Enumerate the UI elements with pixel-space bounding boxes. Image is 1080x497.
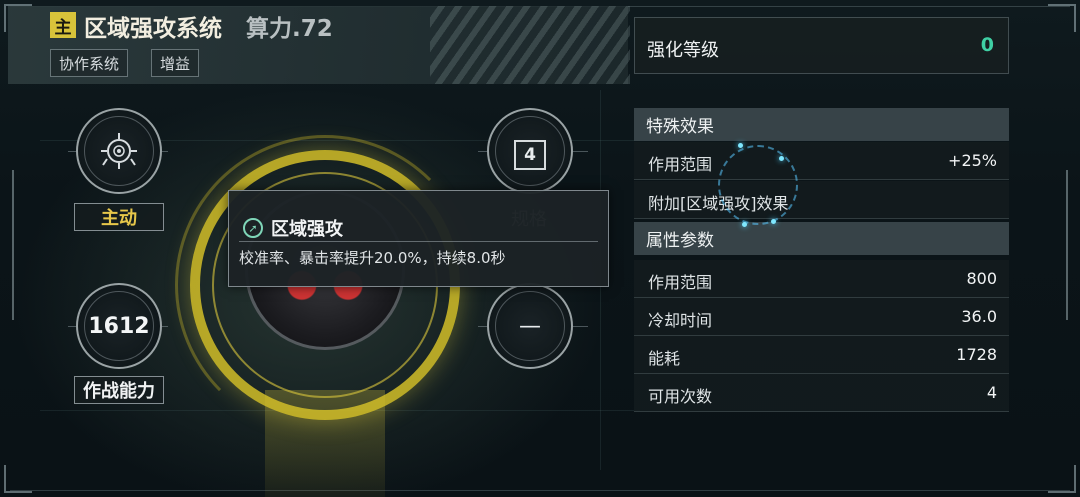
row-key: 可用次数 — [648, 387, 713, 406]
tag-coop-system: 协作系统 — [50, 49, 129, 77]
frame-right-bracket — [1066, 170, 1080, 320]
row-key: 能耗 — [648, 349, 681, 368]
mode-circle[interactable] — [76, 108, 162, 194]
row-value: 36.0 — [961, 307, 997, 326]
special-effects-header: 特殊效果 — [634, 108, 1009, 141]
mode-label: 主动 — [74, 203, 164, 231]
tooltip-description: 校准率、暴击率提升20.0%，持续8.0秒 — [239, 249, 506, 267]
spec-value: 4 — [514, 140, 546, 170]
target-crosshair-icon — [101, 133, 137, 169]
upgrade-value: 0 — [980, 34, 994, 56]
arrow-target-icon: ➚ — [243, 218, 263, 238]
skill-tooltip: ➚ 区域强攻 校准率、暴击率提升20.0%，持续8.0秒 — [228, 190, 609, 287]
attribute-row: 冷却时间 36.0 — [634, 298, 1009, 336]
combat-value: 1612 — [88, 313, 150, 339]
tag-buff: 增益 — [151, 49, 200, 77]
frame-bottom — [10, 490, 1070, 491]
row-value: 800 — [966, 269, 997, 288]
glow-particle — [738, 143, 743, 148]
attribute-row: 能耗 1728 — [634, 336, 1009, 374]
frame-corner — [1048, 4, 1076, 32]
system-title: 区域强攻系统 — [84, 16, 222, 42]
special-row: 作用范围 +25% — [634, 142, 1009, 180]
row-key: 冷却时间 — [648, 311, 713, 330]
tooltip-title: 区域强攻 — [271, 219, 343, 240]
glow-particle — [742, 222, 747, 227]
combat-label: 作战能力 — [74, 376, 164, 404]
upgrade-label: 强化等级 — [647, 40, 719, 61]
header-stripes — [430, 6, 630, 84]
glow-particle — [779, 156, 784, 161]
attributes-header: 属性参数 — [634, 222, 1009, 255]
main-badge: 主 — [50, 12, 76, 38]
attribute-row: 作用范围 800 — [634, 260, 1009, 298]
glow-particle — [771, 219, 776, 224]
frame-left-bracket — [0, 170, 14, 320]
special-row: 附加[区域强攻]效果 — [634, 181, 1009, 219]
row-value: 4 — [986, 383, 997, 402]
row-value: 1728 — [956, 345, 997, 364]
combat-circle: 1612 — [76, 283, 162, 369]
glow-effect — [718, 145, 798, 225]
row-key: 作用范围 — [648, 273, 713, 292]
power-value: 算力.72 — [246, 16, 333, 42]
row-key: 作用范围 — [648, 155, 713, 174]
frame-corner — [1048, 465, 1076, 493]
upgrade-panel: 强化等级 0 — [634, 17, 1009, 74]
attribute-row: 可用次数 4 — [634, 374, 1009, 412]
row-value: +25% — [948, 151, 997, 170]
frame-corner — [4, 465, 32, 493]
game-screen: 主 区域强攻系统 算力.72 协作系统 增益 主动 1612 作战能力 4 规格… — [0, 0, 1080, 497]
tooltip-divider — [239, 241, 598, 242]
lower-slot-circle[interactable]: — — [487, 283, 573, 369]
lower-slot-value: — — [519, 313, 541, 339]
